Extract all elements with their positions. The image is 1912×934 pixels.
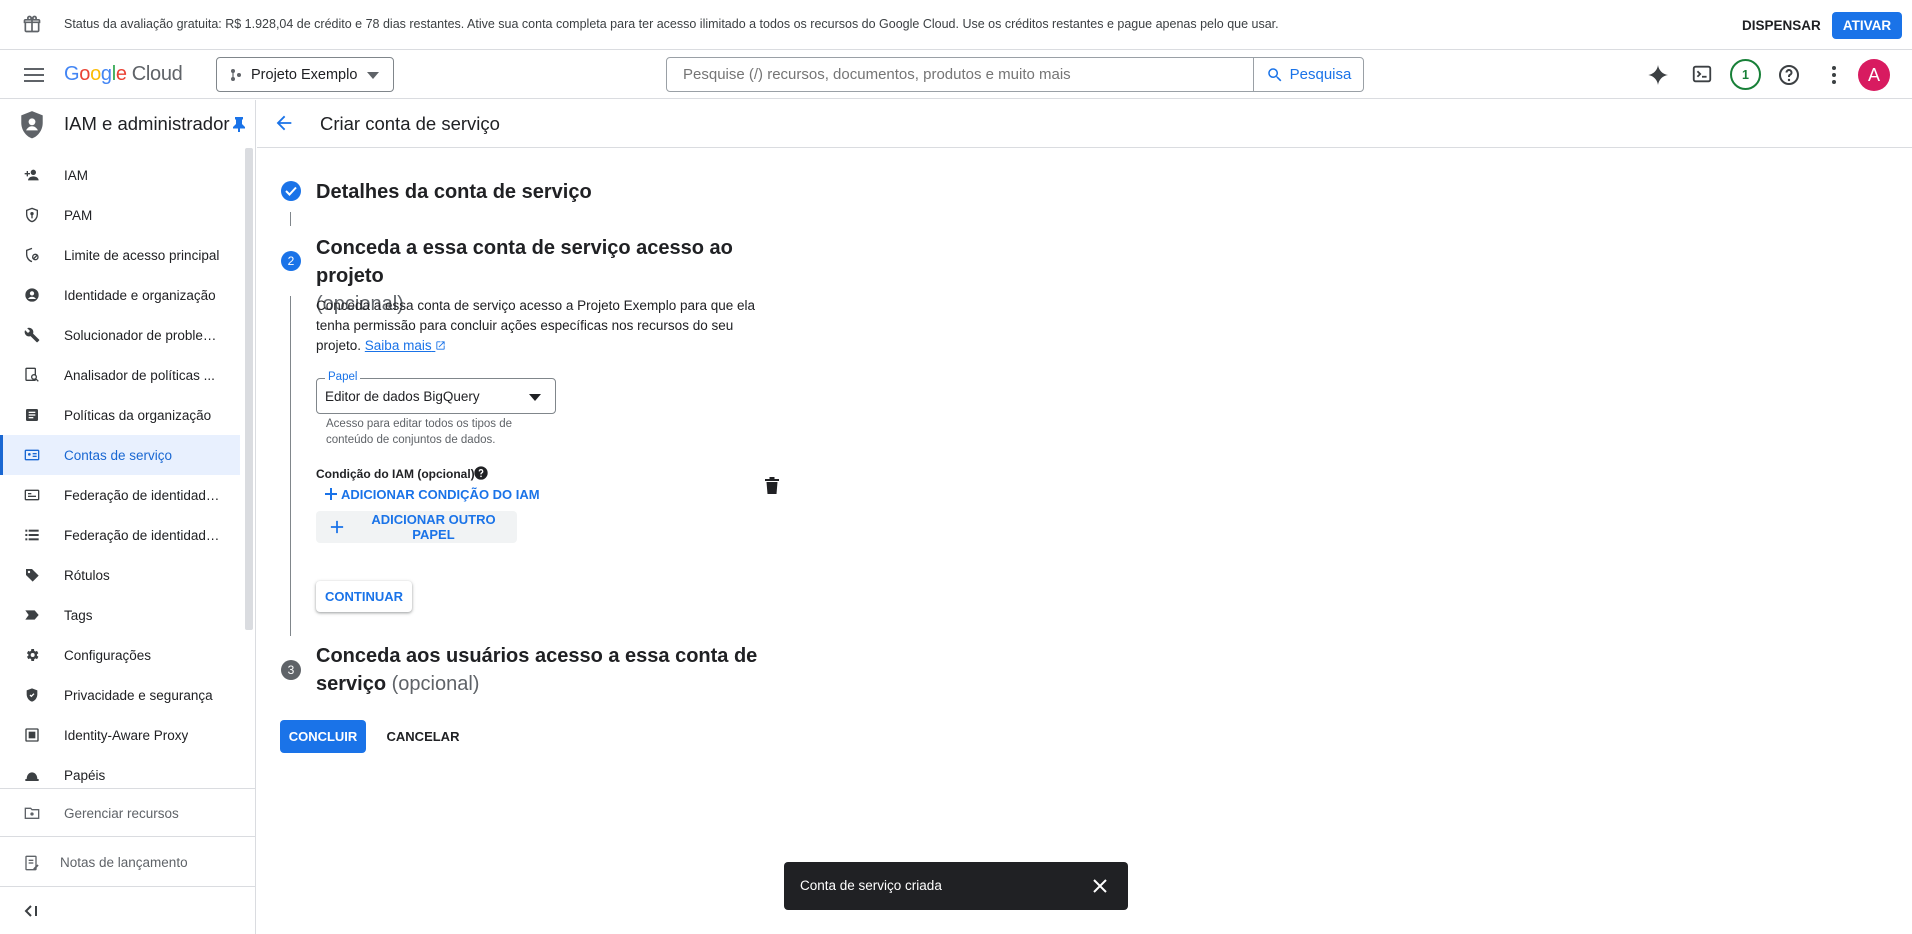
article-icon	[24, 407, 40, 423]
settings-icon	[24, 647, 40, 663]
avatar[interactable]: A	[1858, 59, 1890, 91]
wrench-icon	[24, 327, 40, 343]
step3-number: 3	[281, 660, 301, 680]
close-icon[interactable]	[1092, 878, 1108, 894]
snackbar-message: Conta de serviço criada	[800, 878, 942, 893]
role-select[interactable]: Papel Editor de dados BigQuery	[316, 371, 556, 414]
proxy-icon	[24, 727, 40, 743]
learn-more-link[interactable]: Saiba mais	[365, 338, 447, 353]
sidebar-item-service-accounts[interactable]: Contas de serviço	[0, 435, 240, 475]
release-notes-link[interactable]: Notas de lançamento	[0, 836, 256, 886]
plus-icon	[323, 486, 339, 502]
notifications-badge[interactable]: 1	[1730, 59, 1761, 90]
sidebar-item-identity-federation-2[interactable]: Federação de identidade ...	[0, 515, 240, 555]
service-account-icon	[24, 447, 40, 463]
shield-icon	[19, 110, 45, 140]
account-circle-icon	[24, 287, 40, 303]
gift-icon	[22, 14, 42, 34]
role-value: Editor de dados BigQuery	[325, 389, 480, 404]
boundary-icon	[24, 247, 40, 263]
done-button[interactable]: CONCLUIR	[280, 720, 366, 753]
step-complete-icon	[281, 181, 301, 201]
delete-icon[interactable]	[765, 477, 779, 494]
privacy-shield-icon	[24, 687, 40, 703]
cloud-shell-icon[interactable]	[1691, 63, 1713, 85]
tag-arrow-icon	[24, 607, 40, 623]
sidebar-title: IAM e administrador	[64, 113, 230, 134]
release-notes-icon	[24, 855, 40, 871]
policy-search-icon	[24, 367, 40, 383]
step3-title[interactable]: Conceda aos usuários acesso a essa conta…	[316, 642, 786, 698]
project-icon	[229, 68, 243, 82]
sidebar-item-troubleshooter[interactable]: Solucionador de problem...	[0, 315, 240, 355]
label-icon	[24, 567, 40, 583]
cancel-button[interactable]: CANCELAR	[378, 720, 468, 753]
search-icon	[1266, 66, 1284, 84]
step1-title[interactable]: Detalhes da conta de serviço	[316, 178, 592, 206]
snackbar: Conta de serviço criada	[784, 862, 1128, 910]
project-label: Projeto Exemplo	[251, 66, 358, 83]
person-add-icon	[24, 167, 40, 183]
manage-resources-icon	[24, 805, 40, 821]
search-button-label: Pesquisa	[1289, 66, 1352, 83]
role-legend: Papel	[325, 371, 361, 383]
page-title: Criar conta de serviço	[320, 113, 500, 134]
top-bar: GoogleCloud Projeto Exemplo Pesquisa 1 A	[0, 51, 1912, 99]
step2-number: 2	[281, 251, 301, 271]
trial-message: Status da avaliação gratuita: R$ 1.928,0…	[64, 17, 1279, 31]
help-circle-icon[interactable]	[473, 465, 489, 481]
sidebar-item-identity-aware-proxy[interactable]: Identity-Aware Proxy	[0, 715, 240, 755]
sidebar-item-privacy-security[interactable]: Privacidade e segurança	[0, 675, 240, 715]
add-iam-condition-button[interactable]: ADICIONAR CONDIÇÃO DO IAM	[323, 486, 540, 502]
continue-button[interactable]: CONTINUAR	[316, 581, 412, 612]
sidebar-item-iam[interactable]: IAM	[0, 155, 240, 195]
sidebar-item-tags[interactable]: Tags	[0, 595, 240, 635]
dismiss-button[interactable]: DISPENSAR	[1730, 13, 1833, 37]
caret-down-icon	[367, 72, 379, 79]
pin-icon[interactable]	[232, 116, 246, 132]
more-vert-icon[interactable]	[1822, 63, 1846, 87]
step-connector	[290, 212, 291, 226]
help-icon[interactable]	[1777, 63, 1801, 87]
sidebar-header: IAM e administrador	[0, 100, 256, 148]
hat-icon	[24, 767, 40, 783]
id-card-icon	[24, 487, 40, 503]
collapse-sidebar[interactable]	[0, 886, 256, 934]
sidebar-item-settings[interactable]: Configurações	[0, 635, 240, 675]
collapse-icon	[24, 905, 38, 917]
page-header: Criar conta de serviço	[257, 100, 1912, 148]
sidebar-scrollbar[interactable]	[245, 148, 253, 630]
role-hint: Acesso para editar todos os tipos de con…	[326, 418, 513, 446]
menu-icon[interactable]	[22, 65, 46, 85]
sidebar-item-identity-organization[interactable]: Identidade e organização	[0, 275, 240, 315]
add-another-role-button[interactable]: ADICIONAR OUTRO PAPEL	[316, 511, 517, 543]
shield-key-icon	[24, 207, 40, 223]
plus-icon	[330, 520, 344, 534]
sidebar-item-org-policies[interactable]: Políticas da organização	[0, 395, 240, 435]
manage-resources-link[interactable]: Gerenciar recursos	[0, 788, 256, 836]
caret-down-icon	[529, 394, 541, 401]
sidebar-item-pam[interactable]: PAM	[0, 195, 240, 235]
back-arrow-icon[interactable]	[273, 112, 295, 134]
list-icon	[24, 527, 40, 543]
project-selector[interactable]: Projeto Exemplo	[216, 57, 394, 92]
sidebar-item-labels[interactable]: Rótulos	[0, 555, 240, 595]
sidebar-item-identity-federation-1[interactable]: Federação de identidade ...	[0, 475, 240, 515]
step-connector	[290, 296, 291, 636]
sidebar: IAM e administrador IAM PAM Limite de ac…	[0, 100, 256, 934]
step2-description: Conceda a essa conta de serviço acesso a…	[316, 298, 756, 353]
search-input[interactable]	[666, 57, 1254, 92]
iam-condition-label: Condição do IAM (opcional)	[316, 467, 475, 481]
google-cloud-logo[interactable]: Google Cloud	[64, 63, 183, 86]
sidebar-item-policy-analyzer[interactable]: Analisador de políticas ...	[0, 355, 240, 395]
gemini-icon[interactable]	[1646, 63, 1670, 87]
sidebar-nav: IAM PAM Limite de acesso principal Ident…	[0, 155, 240, 795]
trial-banner: Status da avaliação gratuita: R$ 1.928,0…	[0, 0, 1912, 50]
sidebar-item-principal-access-boundary[interactable]: Limite de acesso principal	[0, 235, 240, 275]
activate-button[interactable]: ATIVAR	[1832, 12, 1902, 39]
search-button[interactable]: Pesquisa	[1253, 57, 1364, 92]
open-in-new-icon	[436, 341, 445, 350]
